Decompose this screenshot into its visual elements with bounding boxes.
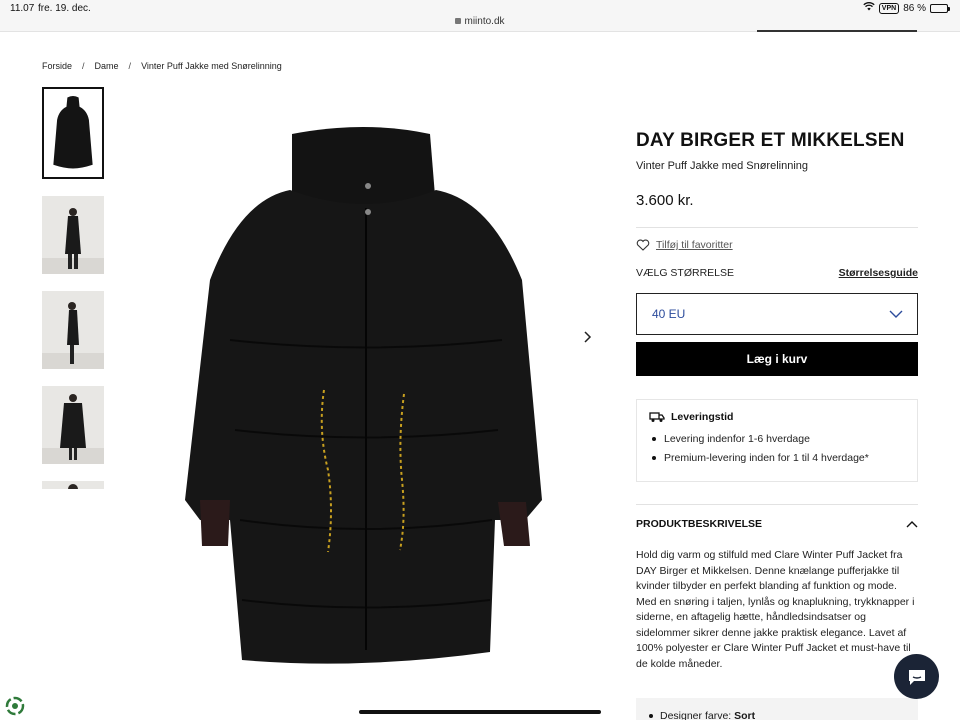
url-text: miinto.dk — [464, 16, 505, 27]
details-box: Designer farve: Sort — [636, 698, 918, 720]
breadcrumb: Forside / Dame / Vinter Puff Jakke med S… — [42, 61, 282, 71]
delivery-title: Leveringstid — [671, 411, 734, 423]
add-to-favorites-button[interactable]: Tilføj til favoritter — [636, 239, 918, 251]
model-side-thumbnail-image — [42, 291, 104, 369]
chevron-right-icon — [584, 331, 592, 343]
thumbnail-image — [42, 481, 104, 489]
black-puffer-jacket-image — [130, 100, 600, 690]
add-to-cart-button[interactable]: Læg i kurv — [636, 342, 918, 376]
designer-color-row: Designer farve: Sort — [648, 710, 906, 720]
product-price: 3.600 kr. — [636, 192, 694, 209]
thumbnail-2[interactable] — [42, 196, 104, 274]
chat-button[interactable] — [894, 654, 939, 699]
lock-icon — [455, 18, 462, 24]
delivery-title-row: Leveringstid — [649, 411, 905, 423]
delivery-premium: Premium-levering inden for 1 til 4 hverd… — [649, 452, 905, 464]
vpn-badge: VPN — [878, 2, 900, 14]
battery-percent: 86 % — [903, 2, 926, 14]
status-bar: 11.07 fre. 19. dec. VPN 86 % — [0, 0, 960, 16]
favorites-label: Tilføj til favoritter — [656, 239, 733, 251]
product-brand[interactable]: DAY BIRGER ET MIKKELSEN — [636, 130, 918, 152]
wifi-icon — [863, 2, 875, 14]
breadcrumb-current: Vinter Puff Jakke med Snørelinning — [141, 61, 282, 71]
truck-icon — [649, 412, 665, 422]
thumbnail-5[interactable] — [42, 481, 104, 489]
battery-icon — [930, 3, 950, 13]
description-accordion-header[interactable]: PRODUKTBESKRIVELSE — [636, 504, 918, 530]
breadcrumb-dame[interactable]: Dame — [95, 61, 119, 71]
eco-logo-icon — [5, 696, 25, 716]
thumbnail-1[interactable] — [42, 87, 104, 179]
description-text: Hold dig varm og stilfuld med Clare Wint… — [636, 549, 915, 670]
size-label: VÆLG STØRRELSE — [636, 267, 735, 279]
delivery-list: Levering indenfor 1-6 hverdage Premium-l… — [649, 433, 905, 464]
heart-icon — [636, 239, 650, 251]
home-indicator[interactable] — [359, 710, 601, 714]
product-main-image[interactable] — [130, 100, 600, 690]
status-date: fre. 19. dec. — [38, 3, 91, 14]
size-header: VÆLG STØRRELSE Størrelsesguide — [636, 267, 918, 279]
designer-color-label: Designer farve: — [660, 710, 732, 720]
chevron-down-icon — [889, 310, 903, 318]
description-header: PRODUKTBESKRIVELSE — [636, 518, 763, 530]
size-select[interactable]: 40 EU — [636, 293, 918, 335]
thumbnail-4[interactable] — [42, 386, 104, 464]
delivery-box: Leveringstid Levering indenfor 1-6 hverd… — [636, 399, 918, 482]
breadcrumb-separator: / — [128, 61, 132, 71]
recycle-badge-icon[interactable] — [4, 695, 26, 717]
jacket-thumbnail-image — [44, 89, 102, 177]
product-info-panel: DAY BIRGER ET MIKKELSEN Vinter Puff Jakk… — [636, 130, 918, 672]
size-guide-link[interactable]: Størrelsesguide — [839, 267, 918, 279]
thumbnail-3[interactable] — [42, 291, 104, 369]
breadcrumb-separator: / — [82, 61, 85, 71]
selected-size: 40 EU — [652, 307, 686, 321]
status-icons: VPN 86 % — [863, 2, 950, 14]
model-open-thumbnail-image — [42, 386, 104, 464]
chevron-up-icon — [906, 521, 918, 528]
thumbnail-strip — [42, 87, 106, 506]
product-name: Vinter Puff Jakke med Snørelinning — [636, 160, 809, 172]
designer-color-value: Sort — [734, 710, 756, 720]
model-front-thumbnail-image — [42, 196, 104, 274]
chat-bubble-icon — [908, 669, 925, 685]
breadcrumb-home[interactable]: Forside — [42, 61, 72, 71]
status-time: 11.07 — [10, 3, 35, 14]
header-underline — [757, 30, 917, 32]
divider — [636, 227, 918, 228]
next-image-button[interactable] — [579, 329, 595, 345]
delivery-standard: Levering indenfor 1-6 hverdage — [649, 433, 905, 445]
